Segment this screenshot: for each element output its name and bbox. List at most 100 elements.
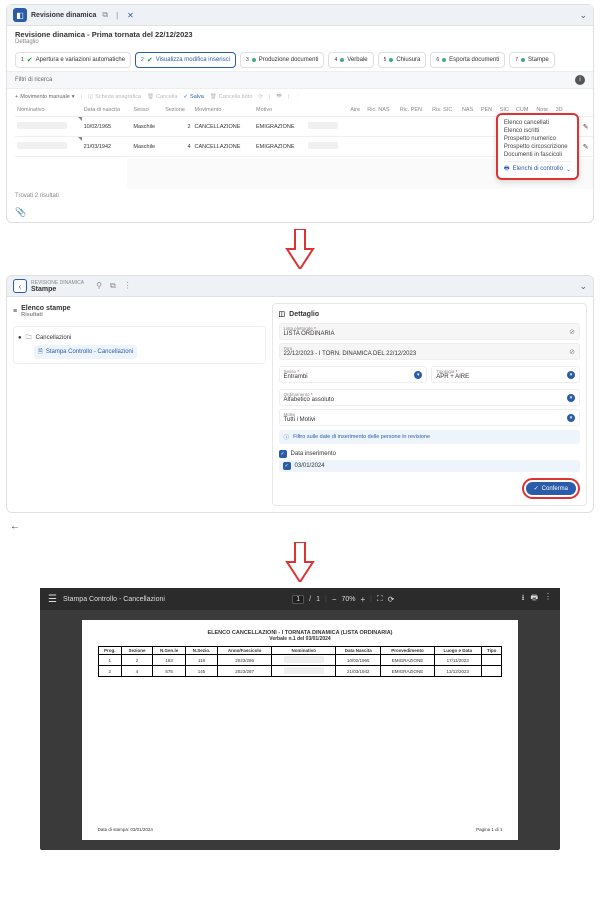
chevron-down-icon[interactable]: ⌄ xyxy=(579,10,587,21)
col-header[interactable] xyxy=(306,104,348,117)
print-icon: 🖶 xyxy=(504,164,510,174)
checkbox-date-value[interactable]: ✓ 03/01/2024 xyxy=(279,460,580,472)
cancella-tutto-button: 🗑 Cancella tutto xyxy=(210,94,253,100)
elenchi-controllo-button[interactable]: 🖶 Elenchi di controllo ⌄ xyxy=(504,161,571,174)
salva-button[interactable]: ✓ Salva xyxy=(183,94,203,100)
collapse-icon[interactable]: ● xyxy=(18,335,22,341)
wizard-step[interactable]: 6Esporta documenti xyxy=(430,52,505,68)
pdf-footer-left: Data di stampa: 03/01/2024 xyxy=(98,827,153,832)
zoom-out-icon[interactable]: − xyxy=(332,595,337,604)
copy-icon[interactable]: ⧉ xyxy=(100,10,110,20)
checkbox-data-inserimento[interactable]: ✓ Data inserimento xyxy=(279,448,580,460)
col-header[interactable]: Data di nascita xyxy=(82,104,132,117)
print-icon[interactable]: 🖶 xyxy=(276,92,281,101)
fit-icon[interactable]: ⛶ xyxy=(377,594,383,604)
tree-item-selected[interactable]: 🗎 Stampa Controllo - Cancellazioni xyxy=(34,345,137,359)
add-movement-button[interactable]: + Movimento manuale ▾ xyxy=(15,94,75,100)
wizard-step[interactable]: 3Produzione documenti xyxy=(240,52,325,68)
wizard-step[interactable]: 4Verbale xyxy=(328,52,373,68)
tree-root[interactable]: ● 🗀 Cancellazioni xyxy=(18,331,261,345)
info-icon[interactable]: i xyxy=(575,75,585,85)
popup-item[interactable]: Documenti in fascicoli xyxy=(504,151,571,159)
col-header[interactable]: Ric. NAS xyxy=(365,104,397,117)
table-toolbar: + Movimento manuale ▾ | ◫ Scheda anagraf… xyxy=(7,89,593,104)
col-header[interactable]: Nominativo xyxy=(15,104,82,117)
popup-item[interactable]: Elenco cancellati xyxy=(504,119,571,127)
page-current[interactable]: 1 xyxy=(292,595,304,604)
col-header[interactable]: Sesso xyxy=(131,104,163,117)
filter-bar[interactable]: Filtri di ricerca i xyxy=(7,71,593,89)
back-icon[interactable]: ‹ xyxy=(13,279,27,293)
chevron-down-icon[interactable]: ⌄ xyxy=(579,281,587,292)
pdf-viewer: ☰ Stampa Controllo - Cancellazioni 1 / 1… xyxy=(40,588,560,850)
disabled-icon: ⊘ xyxy=(569,328,575,336)
checkbox-icon[interactable]: ✓ xyxy=(283,462,291,470)
list-icon: ≡ xyxy=(13,308,17,315)
document-icon: 🗎 xyxy=(38,347,43,357)
page-total: 1 xyxy=(316,596,320,603)
divider-icon: | xyxy=(114,11,120,20)
toolbar-divider: | xyxy=(370,596,372,603)
col-header[interactable] xyxy=(581,104,593,117)
zoom-in-icon[interactable]: + xyxy=(361,595,366,604)
col-header[interactable]: Movimento xyxy=(193,104,254,117)
more-icon[interactable]: ⋮ xyxy=(122,281,134,291)
print-icon[interactable]: 🖶 xyxy=(530,592,538,606)
chevron-down-icon: ⌄ xyxy=(566,166,571,173)
wizard-step[interactable]: 5Chiusura xyxy=(378,52,427,68)
left-title-block: ≡ Elenco stampe Risultati xyxy=(13,303,266,320)
tab-title: Revisione dinamica xyxy=(31,12,96,19)
more-icon[interactable]: ⋮ xyxy=(544,592,552,606)
field-ordinamento[interactable]: Ordinamento * Alfabetico assoluto ▾ xyxy=(279,389,580,406)
download-icon[interactable]: ⭳ xyxy=(522,592,525,606)
col-header[interactable]: Sezione xyxy=(163,104,192,117)
rotate-icon[interactable]: ⟳ xyxy=(388,595,395,604)
panel2-header: ‹ REVISIONE DINAMICA Stampe ⚲ ⧉ ⋮ ⌄ xyxy=(7,276,593,297)
left-sub: Risultati xyxy=(21,312,70,318)
wizard-step[interactable]: 1✔Apertura e variazioni automatiche xyxy=(15,52,131,68)
flow-arrow xyxy=(285,229,315,269)
edit-icon[interactable]: ✎ xyxy=(583,124,589,131)
confirm-highlight: ✓ Conferma xyxy=(522,478,580,499)
page-title: Revisione dinamica - Prima tornata del 2… xyxy=(15,30,585,39)
field-tipologia[interactable]: Tipologia * APR + AIRE ▾ xyxy=(431,366,580,383)
back-arrow[interactable]: ← xyxy=(0,517,600,536)
copy-icon[interactable]: ⧉ xyxy=(108,281,118,291)
wizard-step[interactable]: 7Stampe xyxy=(509,52,554,68)
col-header[interactable]: Aire xyxy=(348,104,365,117)
page-title: Stampe xyxy=(31,286,84,293)
attachment-icon[interactable]: 📎 xyxy=(7,203,593,222)
dropdown-icon[interactable]: ▾ xyxy=(567,371,575,379)
col-header[interactable]: NAS xyxy=(460,104,479,117)
refresh-icon[interactable]: ⟳ xyxy=(258,94,263,100)
tree: ● 🗀 Cancellazioni 🗎 Stampa Controllo - C… xyxy=(13,326,266,364)
popup-item[interactable]: Prospetto numerico xyxy=(504,135,571,143)
right-title: Dettaglio xyxy=(289,311,319,318)
disabled-icon: ⊘ xyxy=(569,348,575,356)
field-sesso[interactable]: Sesso * Entrambi ▾ xyxy=(279,366,428,383)
dropdown-icon[interactable]: ▾ xyxy=(567,414,575,422)
col-header[interactable]: Motivo xyxy=(254,104,306,117)
close-tab-icon[interactable]: ✕ xyxy=(124,11,137,20)
popup-item[interactable]: Elenco iscritti xyxy=(504,127,571,135)
info-banner: ⓘ Filtro sulle date di inserimento delle… xyxy=(279,430,580,444)
field-motivi[interactable]: Motivi Tutti i Motivi ▾ xyxy=(279,409,580,426)
more-icon[interactable]: ⋮ xyxy=(295,94,301,100)
confirm-button[interactable]: ✓ Conferma xyxy=(526,482,576,495)
edit-icon[interactable]: ✎ xyxy=(583,144,589,151)
scheda-button: ◫ Scheda anagrafica xyxy=(88,94,141,100)
menu-icon[interactable]: ☰ xyxy=(48,594,57,605)
dropdown-icon[interactable]: ▾ xyxy=(567,394,575,402)
col-header[interactable]: PEN xyxy=(479,104,498,117)
toolbar-divider: | xyxy=(325,596,327,603)
popup-item[interactable]: Prospetto circoscrizione xyxy=(504,143,571,151)
page-subtitle: Dettaglio xyxy=(15,39,585,45)
wizard-step[interactable]: 2✔Visualizza modifica inserisci xyxy=(135,52,236,68)
col-header[interactable]: Ric. PEN xyxy=(398,104,430,117)
checkbox-icon[interactable]: ✓ xyxy=(279,450,287,458)
pin-icon[interactable]: ⚲ xyxy=(94,281,104,291)
folder-icon: 🗀 xyxy=(26,333,32,343)
dropdown-icon[interactable]: ▾ xyxy=(414,371,422,379)
col-header[interactable]: Ris. SIC xyxy=(430,104,460,117)
field-lista: Lista elettorale * LISTA ORDINARIA ⊘ xyxy=(279,323,580,340)
